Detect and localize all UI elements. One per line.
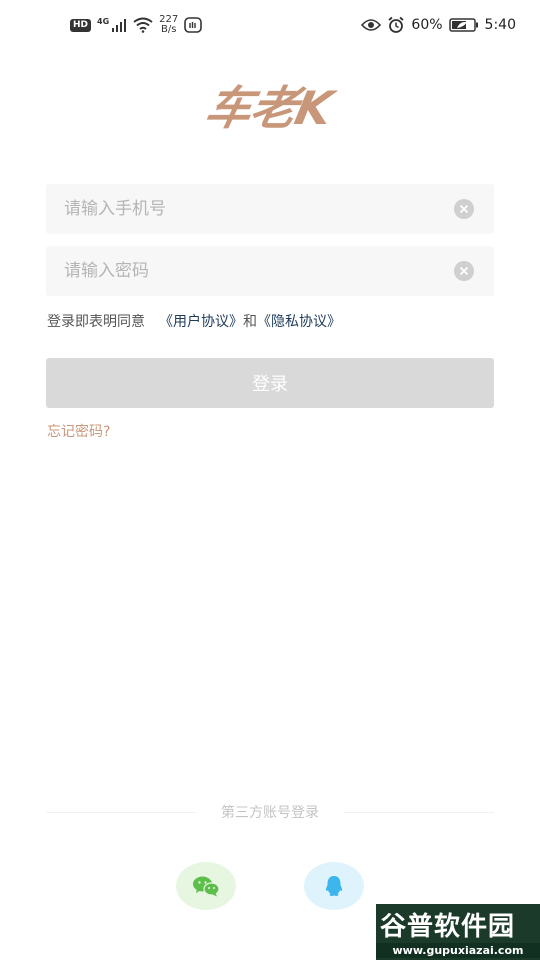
qq-login-button[interactable] bbox=[304, 862, 364, 910]
status-bar: HD 4G 227 B/s 60% 5:40 bbox=[0, 0, 540, 50]
qq-icon bbox=[325, 876, 343, 896]
network-speed: 227 B/s bbox=[159, 15, 178, 35]
agreement-conjunction: 和 bbox=[243, 314, 257, 330]
wechat-icon bbox=[193, 876, 220, 897]
third-party-login-label: 第三方账号登录 bbox=[221, 805, 319, 821]
battery-icon bbox=[448, 18, 478, 32]
clock: 5:40 bbox=[484, 17, 516, 33]
hand-icon bbox=[184, 17, 203, 33]
battery-percentage: 60% bbox=[411, 17, 443, 33]
user-agreement-link[interactable]: 《用户协议》 bbox=[159, 311, 243, 331]
close-icon bbox=[459, 204, 469, 214]
forgot-password-link[interactable]: 忘记密码? bbox=[47, 421, 110, 441]
app-logo: 车老K bbox=[200, 81, 337, 135]
alarm-icon bbox=[388, 16, 404, 33]
agreement-text: 登录即表明同意 《用户协议》 和 《隐私协议》 bbox=[47, 310, 341, 332]
agreement-prefix: 登录即表明同意 bbox=[47, 314, 145, 330]
status-bar-right: 60% 5:40 bbox=[361, 14, 516, 36]
wechat-login-button[interactable] bbox=[176, 862, 236, 910]
login-button[interactable]: 登录 bbox=[46, 358, 494, 408]
phone-input[interactable] bbox=[64, 184, 444, 234]
watermark-brand: 谷普软件园 bbox=[380, 912, 516, 942]
close-icon bbox=[459, 266, 469, 276]
password-input[interactable] bbox=[64, 246, 444, 296]
network-type: 4G bbox=[97, 17, 110, 26]
hd-badge: HD bbox=[70, 18, 92, 32]
signal-icon bbox=[112, 19, 127, 32]
privacy-agreement-link[interactable]: 《隐私协议》 bbox=[257, 311, 341, 331]
watermark: 谷普软件园 www.gupuxiazai.com bbox=[376, 904, 540, 960]
phone-field bbox=[46, 184, 494, 234]
clear-phone-button[interactable] bbox=[454, 199, 474, 219]
watermark-url: www.gupuxiazai.com bbox=[376, 943, 540, 958]
speed-unit: B/s bbox=[160, 24, 177, 35]
eye-icon bbox=[361, 19, 382, 31]
clear-password-button[interactable] bbox=[454, 261, 474, 281]
wifi-icon bbox=[133, 17, 153, 33]
status-bar-left: HD 4G 227 B/s bbox=[70, 14, 203, 36]
password-field bbox=[46, 246, 494, 296]
